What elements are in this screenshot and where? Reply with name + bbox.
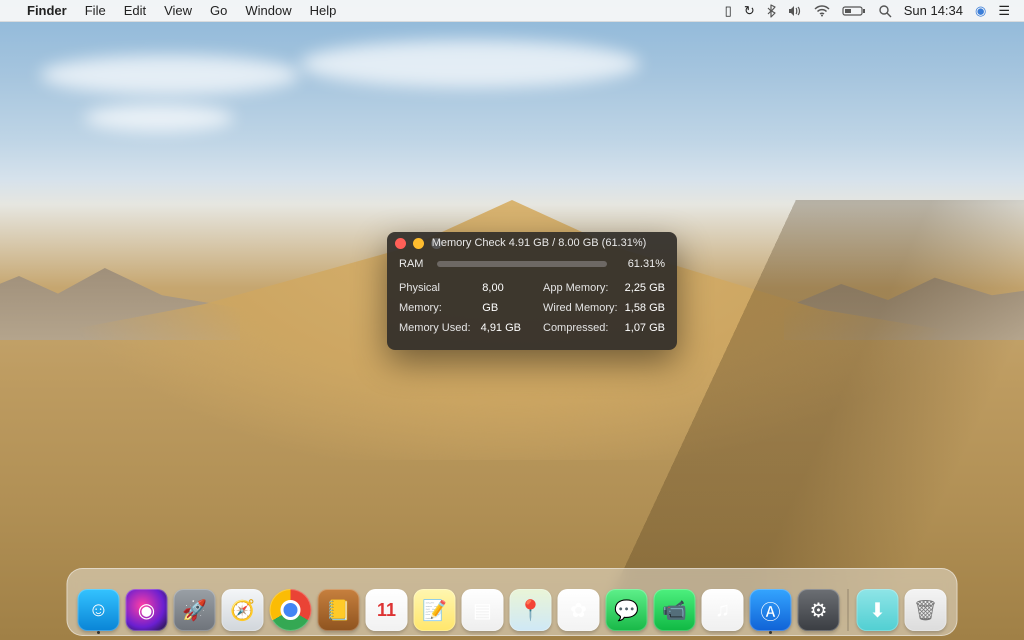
window-close-button[interactable] xyxy=(395,238,406,249)
dock-chrome-icon[interactable] xyxy=(270,589,312,631)
cloud-decoration xyxy=(84,104,234,132)
dock-separator xyxy=(848,589,849,631)
cloud-decoration xyxy=(40,55,300,95)
dock-calendar-icon[interactable]: 11 xyxy=(366,589,408,631)
dock-photos-icon[interactable]: ✿ xyxy=(558,589,600,631)
ram-label: RAM xyxy=(399,258,427,270)
dock-system-preferences-icon[interactable]: ⚙ xyxy=(798,589,840,631)
stats-left-column: Physical Memory:8,00 GB Memory Used: 4,91… xyxy=(399,278,521,338)
window-title: Memory Check 4.91 GB / 8.00 GB (61.31%) xyxy=(409,237,669,249)
dock: ☺◉🚀🧭 📒11📝▤📍✿💬📹♫Ⓐ⚙ ⬇🗑 xyxy=(67,568,958,636)
stats-right-column: App Memory:2,25 GB Wired Memory:1,58 GB … xyxy=(543,278,665,338)
dock-finder-icon[interactable]: ☺ xyxy=(78,589,120,631)
memory-check-window[interactable]: Memory Check 4.91 GB / 8.00 GB (61.31%) … xyxy=(387,232,677,350)
dock-messages-icon[interactable]: 💬 xyxy=(606,589,648,631)
menu-extra-location-icon[interactable]: ◉ xyxy=(969,0,992,22)
menu-extra-wifi-icon[interactable] xyxy=(808,0,836,22)
menu-extra-timemachine-icon[interactable]: ↻ xyxy=(738,0,761,22)
menu-extra-battery-icon[interactable] xyxy=(836,0,872,22)
wired-memory-label: Wired Memory: xyxy=(543,298,618,318)
menu-extra-clock[interactable]: Sun 14:34 xyxy=(898,0,969,22)
dock-safari-icon[interactable]: 🧭 xyxy=(222,589,264,631)
menu-extra-bluetooth-icon[interactable] xyxy=(761,0,782,22)
dock-maps-icon[interactable]: 📍 xyxy=(510,589,552,631)
dock-running-indicator xyxy=(97,631,100,634)
dock-contacts-icon[interactable]: 📒 xyxy=(318,589,360,631)
dock-trash-icon[interactable]: 🗑 xyxy=(905,589,947,631)
dock-notes-icon[interactable]: 📝 xyxy=(414,589,456,631)
menu-edit[interactable]: Edit xyxy=(115,0,155,22)
dock-facetime-icon[interactable]: 📹 xyxy=(654,589,696,631)
menu-app-name[interactable]: Finder xyxy=(18,0,76,22)
dock-launchpad-icon[interactable]: 🚀 xyxy=(174,589,216,631)
menu-window[interactable]: Window xyxy=(236,0,300,22)
ram-percent: 61.31% xyxy=(617,258,665,270)
menu-extra-volume-icon[interactable] xyxy=(782,0,808,22)
ram-progress-bar xyxy=(437,261,607,267)
cloud-decoration xyxy=(300,40,640,88)
compressed-label: Compressed: xyxy=(543,318,608,338)
memory-used-label: Memory Used: xyxy=(399,318,471,338)
dock-itunes-icon[interactable]: ♫ xyxy=(702,589,744,631)
app-memory-value: 2,25 GB xyxy=(625,278,665,298)
window-body: RAM 61.31% Physical Memory:8,00 GB Memor… xyxy=(387,254,677,350)
memory-used-value: 4,91 GB xyxy=(481,318,521,338)
menu-help[interactable]: Help xyxy=(301,0,346,22)
dock-appstore-icon[interactable]: Ⓐ xyxy=(750,589,792,631)
menu-extra-spotlight-icon[interactable] xyxy=(872,0,898,22)
menu-extra-memory-icon[interactable]: ▯ xyxy=(719,0,738,22)
physical-memory-value: 8,00 GB xyxy=(482,278,521,318)
menu-extra-notification-center-icon[interactable]: ☰ xyxy=(992,0,1016,22)
compressed-value: 1,07 GB xyxy=(625,318,665,338)
menu-go[interactable]: Go xyxy=(201,0,236,22)
window-titlebar[interactable]: Memory Check 4.91 GB / 8.00 GB (61.31%) xyxy=(387,232,677,254)
dock-siri-icon[interactable]: ◉ xyxy=(126,589,168,631)
dock-downloads-icon[interactable]: ⬇ xyxy=(857,589,899,631)
menu-view[interactable]: View xyxy=(155,0,201,22)
physical-memory-label: Physical Memory: xyxy=(399,278,482,318)
wired-memory-value: 1,58 GB xyxy=(625,298,665,318)
dock-running-indicator xyxy=(769,631,772,634)
app-memory-label: App Memory: xyxy=(543,278,608,298)
menu-bar: Finder File Edit View Go Window Help ▯ ↻… xyxy=(0,0,1024,22)
dock-reminders-icon[interactable]: ▤ xyxy=(462,589,504,631)
menu-file[interactable]: File xyxy=(76,0,115,22)
